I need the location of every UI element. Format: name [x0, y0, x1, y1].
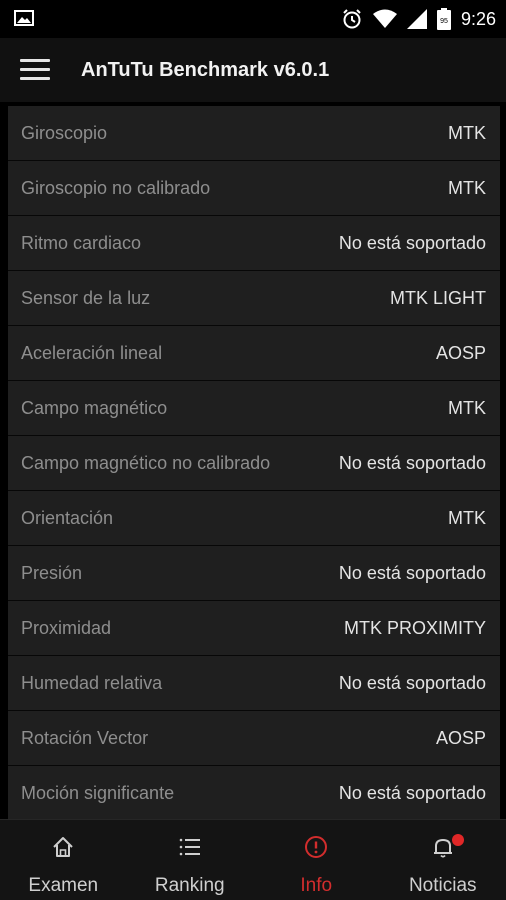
sensor-name: Humedad relativa [21, 673, 162, 694]
nav-label: Info [300, 875, 332, 897]
sensor-value: No está soportado [339, 453, 486, 474]
notification-badge [452, 834, 464, 846]
alarm-icon [341, 8, 363, 30]
sensor-name: Aceleración lineal [21, 343, 162, 364]
sensor-value: MTK [448, 508, 486, 529]
nav-item-ranking[interactable]: Ranking [127, 820, 254, 900]
sensor-value: No está soportado [339, 783, 486, 804]
sensor-name: Campo magnético [21, 398, 167, 419]
list-item[interactable]: Ritmo cardiaco No está soportado [8, 216, 500, 271]
wifi-icon [373, 9, 397, 29]
page-title: AnTuTu Benchmark v6.0.1 [81, 59, 329, 82]
list-item[interactable]: Campo magnético MTK [8, 381, 500, 436]
sensor-value: MTK LIGHT [390, 288, 486, 309]
sensor-name: Campo magnético no calibrado [21, 453, 270, 474]
sensor-value: MTK [448, 123, 486, 144]
bottom-nav: Examen Ranking Info Noticias [0, 819, 506, 900]
list-item[interactable]: Moción significante No está soportado [8, 766, 500, 819]
battery-level-text: 95 [440, 18, 448, 25]
list-item[interactable]: Sensor de la luz MTK LIGHT [8, 271, 500, 326]
sensor-list[interactable]: Giroscopio MTK Giroscopio no calibrado MTK R… [8, 106, 500, 819]
sensor-value: MTK [448, 398, 486, 419]
battery-icon: 95 [437, 8, 451, 30]
sensor-name: Sensor de la luz [21, 288, 150, 309]
sensor-value: No está soportado [339, 563, 486, 584]
sensor-name: Giroscopio no calibrado [21, 178, 210, 199]
list-item[interactable]: Giroscopio no calibrado MTK [8, 161, 500, 216]
list-item[interactable]: Campo magnético no calibrado No está sopo… [8, 436, 500, 491]
nav-label: Ranking [155, 875, 225, 897]
list-item[interactable]: Aceleración lineal AOSP [8, 326, 500, 381]
nav-label: Examen [28, 875, 98, 897]
nav-item-info[interactable]: Info [253, 820, 380, 900]
list-item[interactable]: Orientación MTK [8, 491, 500, 546]
sensor-value: No está soportado [339, 673, 486, 694]
list-item[interactable]: Presión No está soportado [8, 546, 500, 601]
list-icon [177, 834, 203, 860]
list-item[interactable]: Humedad relativa No está soportado [8, 656, 500, 711]
status-bar: 95 9:26 [0, 0, 506, 38]
list-item[interactable]: Rotación Vector AOSP [8, 711, 500, 766]
home-icon [50, 834, 76, 860]
info-alert-icon [303, 834, 329, 860]
sensor-name: Orientación [21, 508, 113, 529]
list-item[interactable]: Giroscopio MTK [8, 106, 500, 161]
image-notification-icon [14, 10, 34, 26]
nav-label: Noticias [409, 875, 477, 897]
sensor-name: Presión [21, 563, 82, 584]
sensor-value: AOSP [436, 343, 486, 364]
list-item[interactable]: Proximidad MTK PROXIMITY [8, 601, 500, 656]
menu-icon[interactable] [20, 59, 50, 81]
status-icons: 95 9:26 [341, 7, 496, 31]
nav-item-noticias[interactable]: Noticias [380, 820, 506, 900]
sensor-name: Ritmo cardiaco [21, 233, 141, 254]
sensor-value: MTK [448, 178, 486, 199]
sensor-value: AOSP [436, 728, 486, 749]
sensor-name: Rotación Vector [21, 728, 148, 749]
menu-icon-line [20, 68, 50, 71]
app-bar: AnTuTu Benchmark v6.0.1 [0, 38, 506, 104]
sensor-value: MTK PROXIMITY [344, 618, 486, 639]
status-time: 9:26 [461, 9, 496, 30]
sensor-name: Proximidad [21, 618, 111, 639]
sensor-value: No está soportado [339, 233, 486, 254]
sensor-name: Giroscopio [21, 123, 107, 144]
nav-item-examen[interactable]: Examen [0, 820, 127, 900]
menu-icon-line [20, 59, 50, 62]
sensor-name: Moción significante [21, 783, 174, 804]
cell-signal-icon [407, 9, 427, 29]
menu-icon-line [20, 77, 50, 80]
